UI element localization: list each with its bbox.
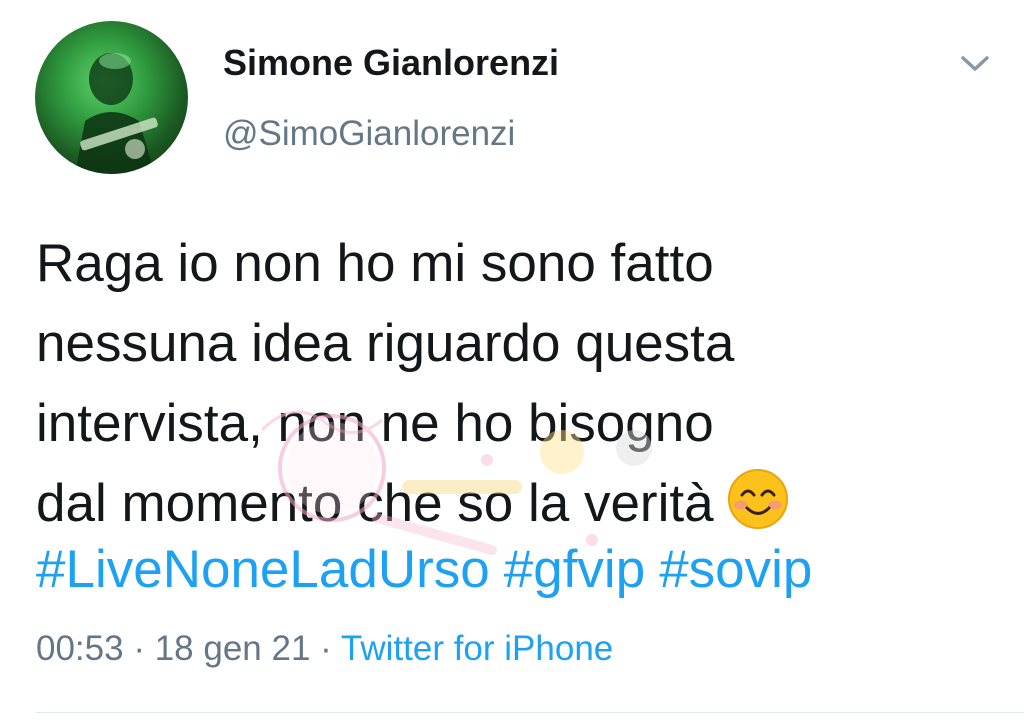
tweet-card: Simone Gianlorenzi @SimoGianlorenzi Raga…: [0, 0, 1024, 727]
tweet-text-line: nessuna idea riguardo questa: [36, 314, 735, 373]
tweet-time[interactable]: 00:53: [36, 629, 124, 668]
hashtag-link[interactable]: #gfvip: [504, 540, 645, 599]
tweet-text-line: intervista, non ne ho bisogno: [36, 394, 714, 453]
meta-separator: ·: [310, 629, 341, 668]
divider: [36, 712, 1024, 713]
tweet-date[interactable]: 18 gen 21: [155, 629, 311, 668]
tweet-source-link[interactable]: Twitter for iPhone: [341, 629, 613, 668]
hashtag-link[interactable]: #sovip: [659, 540, 812, 599]
hashtag-link[interactable]: #LiveNoneLadUrso: [36, 540, 490, 599]
tweet-text-line: Raga io non ho mi sono fatto: [36, 234, 714, 293]
author-handle[interactable]: @SimoGianlorenzi: [223, 114, 515, 154]
hashtags: #LiveNoneLadUrso #gfvip #sovip: [36, 530, 826, 610]
author-display-name[interactable]: Simone Gianlorenzi: [223, 42, 559, 84]
meta-separator: ·: [123, 629, 155, 668]
tweet-text-line: dal momento che so la verità: [36, 474, 714, 533]
tweet-meta: 00:53 · 18 gen 21 · Twitter for iPhone: [36, 626, 613, 672]
smiling-face-emoji-icon: [726, 467, 790, 531]
avatar[interactable]: [35, 21, 188, 174]
tweet-text: Raga io non ho mi sono fatto nessuna ide…: [36, 224, 986, 544]
chevron-down-icon[interactable]: [958, 50, 992, 78]
avatar-photo: [75, 53, 158, 174]
